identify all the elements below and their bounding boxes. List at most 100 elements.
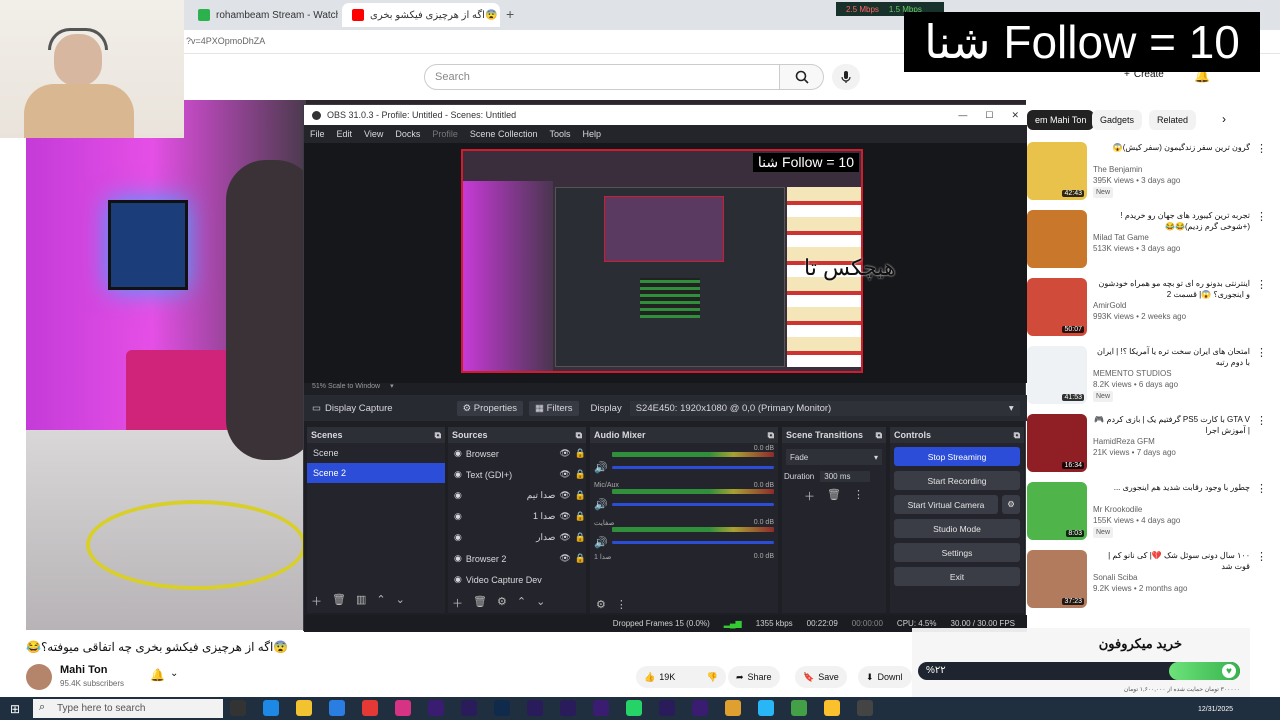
filters-button[interactable]: ▦ Filters [529, 400, 579, 416]
thumbs-down-icon[interactable]: 👎 [707, 672, 718, 683]
properties-button[interactable]: ⚙ Properties [456, 400, 524, 416]
display-select[interactable]: S24E450: 1920x1080 @ 0,0 (Primary Monito… [629, 400, 1020, 416]
windows-start-icon[interactable]: ⊞ [0, 702, 30, 716]
chrome-icon[interactable] [791, 700, 807, 716]
channel-name[interactable]: HamidReza GFM [1093, 436, 1250, 447]
thumbs-up-icon[interactable]: 👍 [644, 672, 655, 683]
channel-name[interactable]: The Benjamin [1093, 164, 1250, 175]
chip-channel[interactable]: em Mahi Ton [1027, 110, 1095, 130]
chip-related[interactable]: Related [1149, 110, 1197, 130]
undock-icon[interactable]: ⧉ [876, 430, 882, 441]
video-title[interactable]: ۱۰۰ سال دونی سوئل شک 💔| کی نانو کم | قوت… [1093, 550, 1250, 572]
premiere-icon[interactable] [593, 700, 609, 716]
scale-label[interactable]: 51% Scale to Window [312, 383, 380, 390]
recommendation-item[interactable]: 42:43 گرون ترین سفر زندگیمون (سفر کیش)😱 Th… [1027, 142, 1267, 208]
move-down-icon[interactable]: ⌄ [396, 593, 405, 609]
remove-source-icon[interactable]: 🗑 [473, 595, 487, 611]
channel-name[interactable]: Sonali Sciba [1093, 572, 1250, 583]
share-button[interactable]: ➦ Share [728, 666, 780, 688]
preview-canvas[interactable]: شنا Follow = 10 [461, 149, 863, 373]
more-options-icon[interactable]: ⋮ [1256, 414, 1267, 480]
task-view-icon[interactable] [230, 700, 246, 716]
transition-select[interactable]: Fade ▾ [786, 449, 882, 465]
video-thumbnail[interactable] [1027, 210, 1087, 268]
video-thumbnail[interactable]: 37:23 [1027, 550, 1087, 608]
video-title[interactable]: اینترنتی بدونو ره ای تو بچه مو همراه خود… [1093, 278, 1250, 300]
obs-icon[interactable] [857, 700, 873, 716]
filter-icon[interactable]: ▥ [356, 593, 366, 609]
bell-icon[interactable]: 🔔 [150, 668, 165, 682]
remove-transition-icon[interactable]: 🗑 [827, 488, 841, 504]
settings-button[interactable]: Settings [894, 543, 1020, 562]
channel-name[interactable]: Mahi Ton [60, 664, 107, 676]
menu-file[interactable]: File [310, 129, 325, 139]
menu-profile[interactable]: Profile [432, 129, 458, 139]
channel-name[interactable]: Milad Tat Game [1093, 232, 1250, 243]
exit-button[interactable]: Exit [894, 567, 1020, 586]
telegram-icon[interactable] [758, 700, 774, 716]
video-title[interactable]: امتحان های ایران سخت تره یا آمریکا ؟! | … [1093, 346, 1250, 368]
chip-gadgets[interactable]: Gadgets [1092, 110, 1143, 130]
more-options-icon[interactable]: ⋮ [1256, 482, 1267, 548]
more-options-icon[interactable]: ⋮ [1256, 210, 1267, 276]
instagram-icon[interactable] [395, 700, 411, 716]
recommendation-item[interactable]: تجربه ترین کیبورد های جهان رو خریدم ! (+… [1027, 210, 1267, 276]
add-source-icon[interactable]: ＋ [452, 595, 463, 611]
source-item[interactable]: ◉ Browser 2 👁 🔒 [448, 548, 586, 569]
after-effects-icon[interactable] [461, 700, 477, 716]
lock-icon[interactable]: 🔒 [575, 469, 586, 480]
video-thumbnail[interactable]: 42:43 [1027, 142, 1087, 200]
recommendation-item[interactable]: 8:03 چطور با وجود رقابت شدید هم اینجوری .… [1027, 482, 1267, 548]
chevron-down-icon[interactable]: ⌄ [170, 668, 178, 679]
move-up-icon[interactable]: ⌃ [376, 593, 385, 609]
tab-youtube[interactable]: 😨اگه از هرچیزی فیکشو بخری ✕ [342, 3, 500, 27]
more-options-icon[interactable]: ⋮ [1256, 142, 1267, 208]
store-icon[interactable] [329, 700, 345, 716]
eye-icon[interactable]: 👁 [559, 490, 570, 501]
more-options-icon[interactable]: ⋮ [1256, 278, 1267, 344]
lock-icon[interactable]: 🔒 [575, 553, 586, 564]
scene-item-selected[interactable]: Scene 2 [307, 463, 445, 483]
menu-scene-collection[interactable]: Scene Collection [470, 129, 538, 139]
start-recording-button[interactable]: Start Recording [894, 471, 1020, 490]
video-title[interactable]: چطور با وجود رقابت شدید هم اینجوری ... [1093, 482, 1250, 504]
channel-name[interactable]: MEMENTO STUDIOS [1093, 368, 1250, 379]
menu-edit[interactable]: Edit [337, 129, 353, 139]
avatar[interactable] [26, 664, 52, 690]
video-thumbnail[interactable]: 8:03 [1027, 482, 1087, 540]
like-count[interactable]: 19K [659, 672, 675, 682]
premiere-icon[interactable] [428, 700, 444, 716]
after-effects-icon[interactable] [659, 700, 675, 716]
eye-icon[interactable]: 👁 [559, 553, 570, 564]
taskbar-search-input[interactable]: Type here to search [33, 699, 223, 718]
video-thumbnail[interactable]: 16:34 [1027, 414, 1087, 472]
edge-icon[interactable] [263, 700, 279, 716]
minimize-icon[interactable]: — [958, 110, 967, 121]
after-effects-icon[interactable] [560, 700, 576, 716]
scene-item[interactable]: Scene [307, 443, 445, 463]
recommendation-item[interactable]: 41:53 امتحان های ایران سخت تره یا آمریکا … [1027, 346, 1267, 412]
photoshop-icon[interactable] [494, 700, 510, 716]
gear-icon[interactable]: ⚙ [497, 595, 507, 611]
recommendation-item[interactable]: 50:07 اینترنتی بدونو ره ای تو بچه مو همرا… [1027, 278, 1267, 344]
tab-stream[interactable]: rohambeam Stream - Watch Li ✕ [188, 3, 338, 27]
video-title[interactable]: گرون ترین سفر زندگیمون (سفر کیش)😱 [1093, 142, 1250, 164]
move-up-icon[interactable]: ⌃ [517, 595, 526, 611]
new-tab-button[interactable]: + [506, 6, 514, 22]
volume-slider[interactable] [611, 466, 774, 469]
stop-streaming-button[interactable]: Stop Streaming [894, 447, 1020, 466]
duration-input[interactable]: 300 ms [820, 471, 871, 482]
more-options-icon[interactable]: ⋮ [1256, 550, 1267, 616]
maximize-icon[interactable]: ☐ [985, 110, 993, 121]
lock-icon[interactable]: 🔒 [575, 511, 586, 522]
close-icon[interactable]: ✕ [1011, 110, 1019, 121]
source-item[interactable]: ◉ صدار 👁 🔒 [448, 527, 586, 548]
speaker-icon[interactable]: 🔊 [594, 536, 608, 549]
whatsapp-icon[interactable] [626, 700, 642, 716]
gear-icon[interactable]: ⚙ [596, 598, 606, 611]
lock-icon[interactable]: 🔒 [575, 490, 586, 501]
menu-view[interactable]: View [364, 129, 383, 139]
studio-mode-button[interactable]: Studio Mode [894, 519, 1020, 538]
start-virtual-camera-button[interactable]: Start Virtual Camera [894, 495, 998, 514]
youtube-app-icon[interactable] [362, 700, 378, 716]
